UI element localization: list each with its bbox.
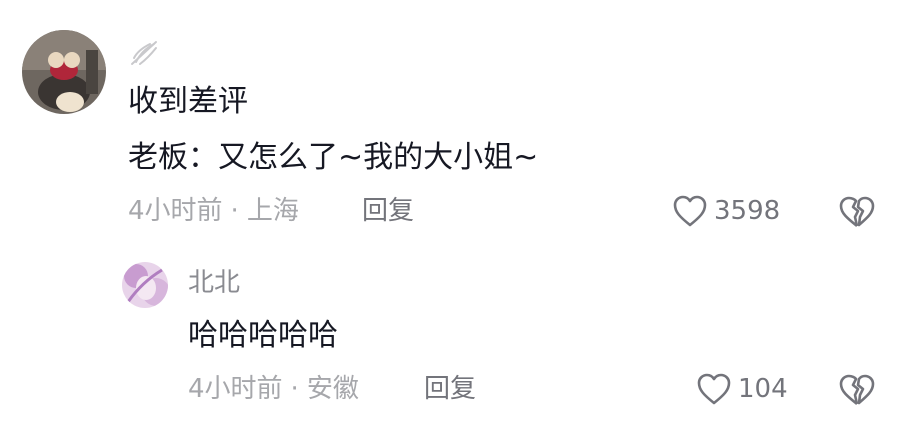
reply-username[interactable]: 北北 xyxy=(188,268,240,298)
reply-text: 哈哈哈哈哈 xyxy=(188,318,338,353)
reply-item: 北北 哈哈哈哈哈 4小时前 · 安徽 回复 104 xyxy=(0,250,912,434)
reply-time: 4小时前 xyxy=(188,374,283,404)
comment-location: 上海 xyxy=(246,196,299,226)
reply-button[interactable]: 回复 xyxy=(362,196,414,226)
heart-outline-icon xyxy=(697,373,731,405)
comment-text-line-1: 收到差评 xyxy=(128,84,248,119)
reply-location: 安徽 xyxy=(306,374,359,404)
comment-meta: 4小时前 · 上海 xyxy=(128,196,299,226)
comment-item: 收到差评 老板：又怎么了~我的大小姐~ 4小时前 · 上海 回复 3598 xyxy=(0,0,912,250)
comment-time: 4小时前 xyxy=(128,196,223,226)
commenter-avatar[interactable] xyxy=(22,30,106,114)
dislike-button[interactable] xyxy=(838,194,876,230)
like-button[interactable]: 3598 xyxy=(672,194,780,228)
comment-text-line-2: 老板：又怎么了~我的大小姐~ xyxy=(128,140,539,175)
reply-meta: 4小时前 · 安徽 xyxy=(188,374,359,404)
heart-outline-icon xyxy=(673,195,707,227)
avatar-image xyxy=(22,30,106,114)
avatar-image xyxy=(122,262,168,308)
dislike-button[interactable] xyxy=(838,372,876,408)
reply-avatar[interactable] xyxy=(122,262,168,308)
meta-separator: · xyxy=(230,196,239,226)
broken-heart-icon xyxy=(839,196,875,228)
broken-heart-icon xyxy=(839,374,875,406)
wing-icon xyxy=(128,36,160,68)
like-count: 104 xyxy=(738,374,788,404)
like-button[interactable]: 104 xyxy=(696,372,788,406)
reply-button[interactable]: 回复 xyxy=(424,374,476,404)
meta-separator: · xyxy=(290,374,299,404)
like-count: 3598 xyxy=(714,196,781,226)
